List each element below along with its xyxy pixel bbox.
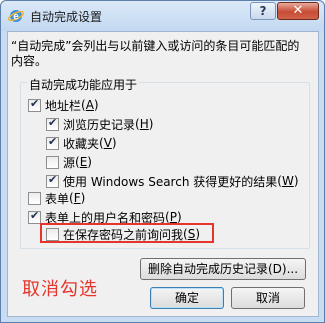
checkbox-box[interactable]: [28, 97, 41, 112]
checkbox-label: 使用 Windows Search 获得更好的结果: [63, 174, 278, 189]
checkbox-favorites[interactable]: 收藏夹 (V): [46, 135, 117, 151]
checkbox-box[interactable]: [28, 209, 41, 224]
window-title: 自动完成设置: [30, 10, 103, 24]
checkbox-label: 源: [63, 155, 76, 170]
checkbox-box[interactable]: [46, 135, 59, 150]
help-button[interactable]: ?: [250, 2, 276, 20]
hotkey-hint: (H): [135, 117, 154, 131]
checkbox-browsing-history[interactable]: 浏览历史记录 (H): [46, 116, 153, 132]
checkbox-box[interactable]: [46, 173, 59, 188]
ie-app-icon: e: [8, 10, 24, 23]
checkbox-box[interactable]: [46, 116, 59, 131]
group-label: 自动完成功能应用于: [27, 76, 140, 93]
svg-text:e: e: [13, 12, 19, 23]
checkbox-label: 收藏夹: [63, 136, 100, 151]
close-button[interactable]: ✕: [277, 2, 319, 20]
checkbox-label: 表单: [45, 191, 70, 206]
ok-button[interactable]: 确定: [150, 287, 224, 309]
hotkey-hint: (W): [277, 174, 299, 188]
checkbox-feeds[interactable]: 源 (E): [46, 154, 92, 170]
hotkey-hint: (P): [165, 210, 182, 224]
delete-autocomplete-history-button[interactable]: 删除自动完成历史记录(D)...: [140, 258, 306, 280]
description-text: “自动完成”会列出与以前键入或访问的条目可能匹配的内容。: [11, 39, 300, 68]
highlight-box: [40, 223, 214, 243]
checkbox-address-bar[interactable]: 地址栏 (A): [28, 97, 99, 113]
checkbox-box[interactable]: [28, 191, 41, 205]
checkbox-label: 地址栏: [45, 98, 82, 113]
hotkey-hint: (A): [81, 98, 99, 112]
checkbox-label: 浏览历史记录: [63, 117, 136, 132]
hotkey-hint: (V): [99, 136, 117, 150]
checkbox-box[interactable]: [46, 155, 59, 169]
annotation-text: 取消勾选: [22, 279, 98, 300]
checkbox-windows-search[interactable]: 使用 Windows Search 获得更好的结果 (W): [46, 173, 299, 189]
title-bar: e 自动完成设置 ? ✕: [1, 1, 324, 31]
cancel-button[interactable]: 取消: [231, 287, 305, 309]
hotkey-hint: (E): [75, 155, 92, 169]
hotkey-hint: (F): [69, 191, 86, 205]
checkbox-forms[interactable]: 表单 (F): [28, 190, 85, 206]
